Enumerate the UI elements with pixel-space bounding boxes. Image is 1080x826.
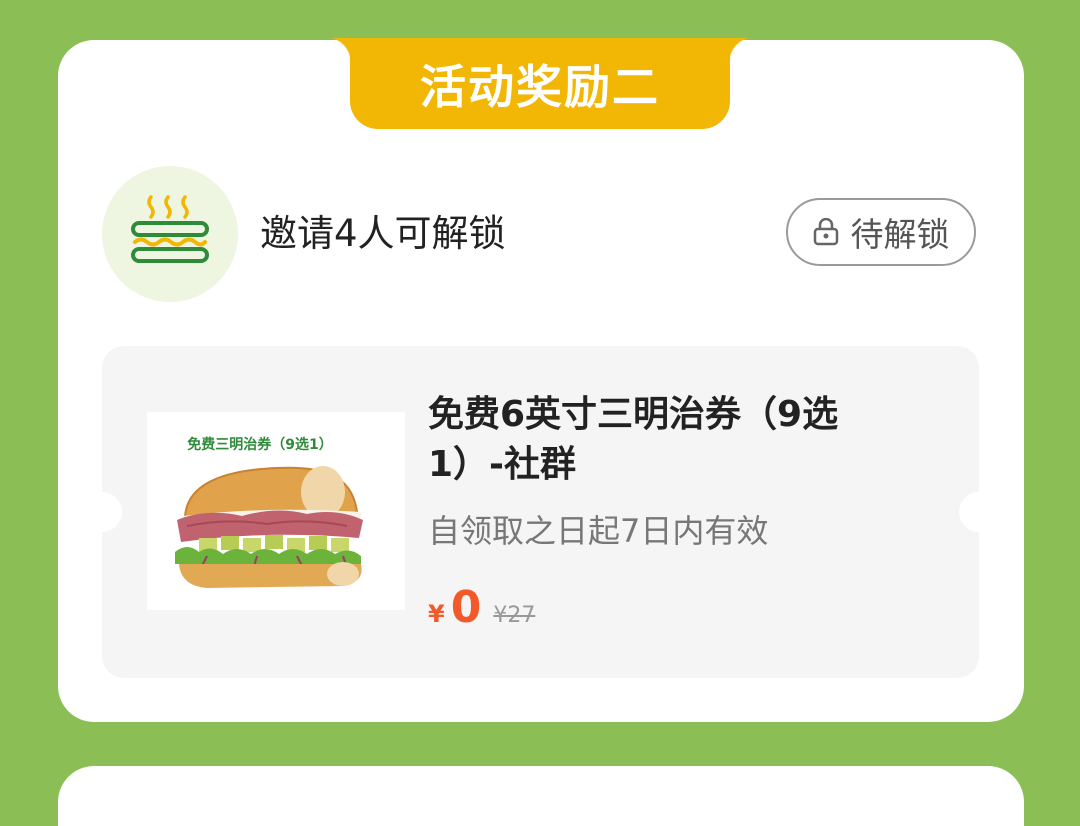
unlock-condition-text: 邀请4人可解锁	[260, 212, 506, 255]
sandwich-illustration	[175, 466, 363, 588]
next-reward-card	[58, 766, 1024, 826]
reward-card: 活动奖励二 邀请4人可解锁 待解锁 免费三明治券（9选1） 免费6英寸三明治券（…	[58, 38, 1024, 722]
sandwich-icon	[131, 195, 209, 263]
product-image-caption: 免费三明治券（9选1）	[187, 437, 333, 453]
currency-symbol: ¥	[428, 600, 445, 628]
sandwich-icon-badge	[102, 166, 238, 302]
product-image: 免费三明治券（9选1）	[147, 412, 405, 610]
coupon-notch-right	[959, 492, 979, 532]
reward-banner: 活动奖励二	[326, 38, 754, 129]
coupon-item[interactable]: 免费三明治券（9选1） 免费6英寸三明治券（9选1）-社群 自领取之日起7日内有…	[102, 346, 979, 678]
lock-icon	[813, 218, 838, 246]
lock-button-label: 待解锁	[850, 215, 950, 254]
current-price: 0	[450, 582, 482, 633]
coupon-title: 免费6英寸三明治券（9选1）-社群	[428, 394, 839, 485]
original-price: ¥27	[493, 603, 536, 628]
locked-status-button[interactable]: 待解锁	[786, 198, 976, 266]
banner-title: 活动奖励二	[420, 59, 660, 114]
coupon-validity: 自领取之日起7日内有效	[428, 512, 769, 550]
price-row: ¥ 0 ¥27	[428, 582, 535, 633]
coupon-notch-left	[102, 492, 122, 532]
